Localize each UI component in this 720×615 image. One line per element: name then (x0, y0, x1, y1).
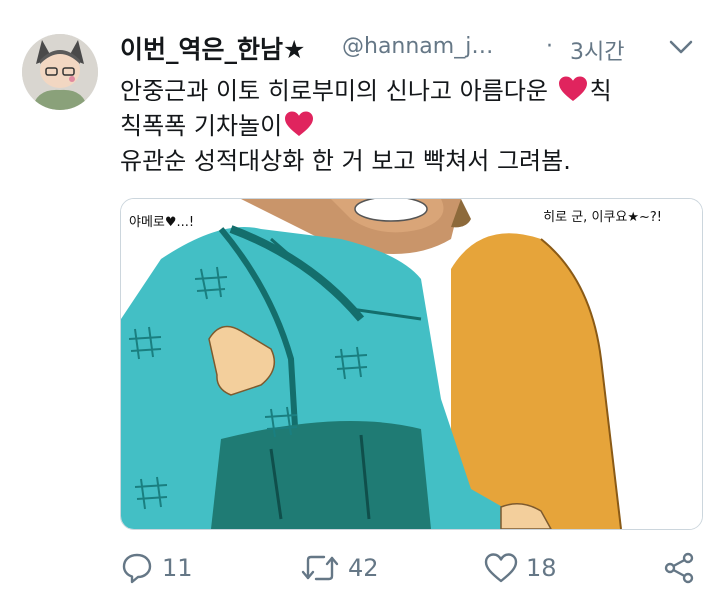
tweet-text-line-1-tail: 칙 (589, 77, 612, 105)
heart-outline-icon (484, 552, 518, 584)
illustration (121, 199, 702, 529)
retweet-button[interactable]: 42 (300, 548, 379, 588)
separator-dot: · (546, 34, 553, 59)
tweet-header: 이번_역은_한남★ @hannam_j… · 3시간 (120, 26, 700, 66)
tweet-text-line-1: 안중근과 이토 히로부미의 신나고 아름다운 칙 (120, 74, 700, 109)
reply-button[interactable]: 11 (120, 548, 193, 588)
share-button[interactable] (662, 548, 696, 588)
like-button[interactable]: 18 (484, 548, 557, 588)
speech-text-left: 야메로♥...! (129, 215, 195, 230)
red-heart-icon (284, 110, 314, 138)
tweet-text-line-3: 유관순 성적대상화 한 거 보고 빡쳐서 그려봄. (120, 147, 571, 175)
retweet-count: 42 (348, 554, 379, 582)
reply-count: 11 (162, 554, 193, 582)
red-heart-icon (558, 75, 588, 103)
share-icon (662, 551, 696, 585)
avatar[interactable] (22, 34, 98, 110)
tweet-text-line-1-main: 안중근과 이토 히로부미의 신나고 아름다운 (120, 77, 548, 105)
tweet-text: 안중근과 이토 히로부미의 신나고 아름다운 칙 칙폭폭 기차놀이 유관순 성적… (120, 74, 700, 179)
speech-text-right: 히로 군, 이쿠요★~?! (543, 210, 662, 225)
display-name[interactable]: 이번_역은_한남★ (120, 30, 305, 66)
tweet-actions: 11 42 18 (120, 548, 710, 588)
like-count: 18 (526, 554, 557, 582)
retweet-icon (300, 551, 340, 585)
tweet-media-image[interactable]: 야메로♥...! 히로 군, 이쿠요★~?! (120, 198, 703, 530)
chevron-down-icon[interactable] (666, 34, 696, 60)
tweet-card[interactable]: 이번_역은_한남★ @hannam_j… · 3시간 안중근과 이토 히로부미의… (0, 0, 720, 615)
reply-icon (120, 551, 154, 585)
tweet-text-line-2: 칙폭폭 기차놀이 (120, 109, 700, 144)
user-handle[interactable]: @hannam_j… (342, 34, 493, 59)
timestamp[interactable]: 3시간 (570, 34, 624, 66)
tweet-text-line-2-main: 칙폭폭 기차놀이 (120, 112, 283, 140)
avatar-illustration (22, 34, 98, 110)
